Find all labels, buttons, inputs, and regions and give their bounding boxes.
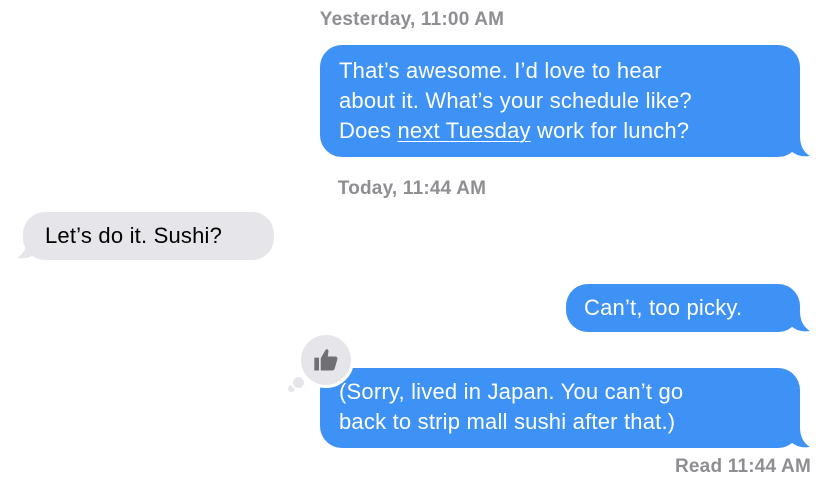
message-line: That’s awesome. I’d love to hear	[339, 58, 662, 83]
message-line: Can’t, too picky.	[584, 295, 743, 320]
outgoing-message-bubble[interactable]: Can’t, too picky.	[566, 284, 800, 332]
incoming-bubble-tail	[17, 238, 37, 259]
outgoing-bubble-tail	[790, 311, 810, 332]
message-line: (Sorry, lived in Japan. You can’t go	[339, 379, 684, 404]
outgoing-bubble-tail	[790, 136, 810, 157]
thumbs-up-icon	[314, 349, 338, 371]
read-receipt: Read 11:44 AM	[674, 456, 811, 477]
message-line: Let’s do it. Sushi?	[45, 223, 223, 248]
timestamp-day: Today,	[337, 178, 398, 199]
message-line: Does next Tuesday work for lunch?	[339, 116, 781, 146]
timestamp-time: 11:44 AM	[402, 178, 487, 199]
timestamp-day: Yesterday,	[319, 9, 416, 30]
message-text: work for lunch?	[530, 118, 690, 143]
outgoing-message-bubble[interactable]: That’s awesome. I’d love to hear about i…	[320, 45, 800, 157]
message-text: Does	[339, 118, 398, 143]
incoming-message-bubble[interactable]: Let’s do it. Sushi?	[23, 212, 274, 260]
timestamp-today: Today, 11:44 AM	[0, 178, 824, 200]
message-line: back to strip mall sushi after that.)	[339, 409, 676, 434]
message-line: about it. What’s your schedule like?	[339, 88, 692, 113]
date-link[interactable]: next Tuesday	[397, 118, 530, 143]
outgoing-bubble-tail	[790, 427, 810, 448]
timestamp-yesterday: Yesterday, 11:00 AM	[0, 9, 824, 31]
outgoing-message-bubble[interactable]: (Sorry, lived in Japan. You can’t go bac…	[320, 368, 800, 448]
timestamp-time: 11:00 AM	[420, 9, 505, 30]
tapback-reaction[interactable]	[298, 332, 354, 388]
